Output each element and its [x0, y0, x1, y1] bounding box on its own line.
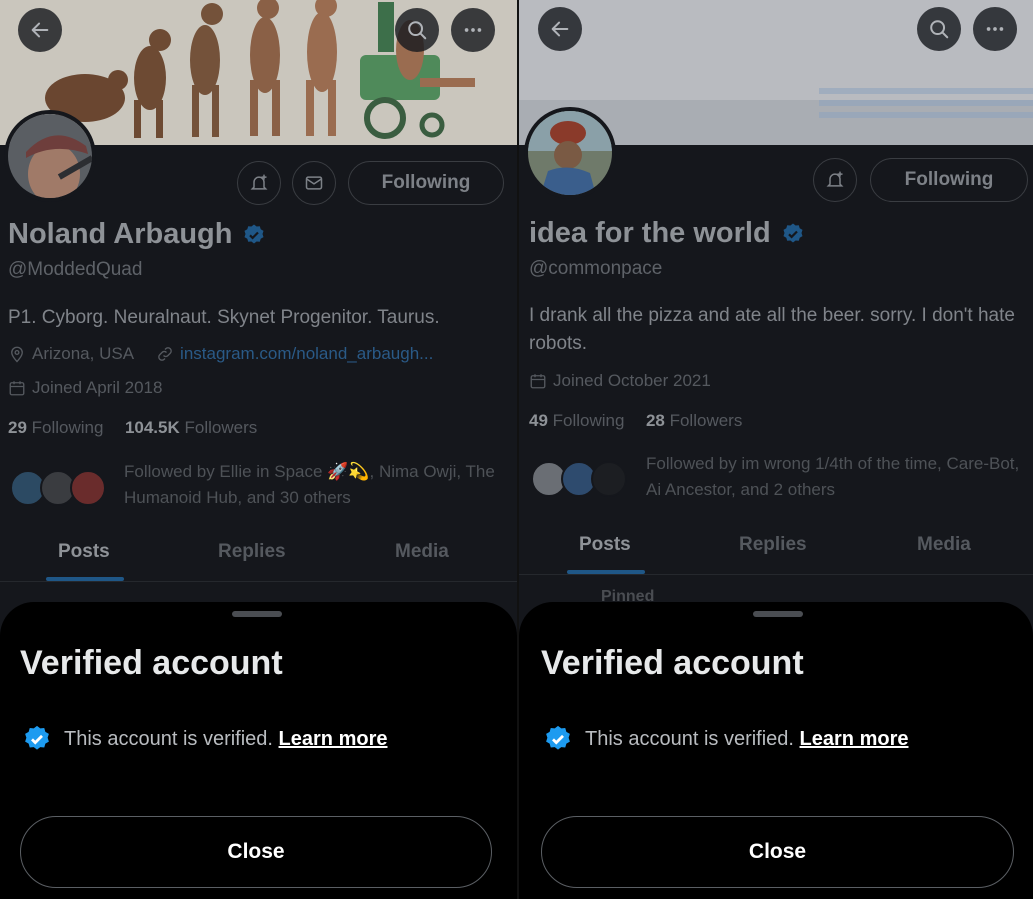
close-button[interactable]: Close — [541, 816, 1014, 888]
notifications-button[interactable] — [237, 161, 281, 205]
followers-label: Followers — [184, 418, 258, 437]
verified-message-row: This account is verified. Learn more — [22, 724, 387, 754]
tabs-divider — [0, 581, 517, 582]
handle: @commonpace — [529, 258, 663, 279]
following-label: Following — [31, 418, 104, 437]
verified-message-row: This account is verified. Learn more — [543, 724, 908, 754]
tab-posts[interactable]: Posts — [58, 541, 110, 563]
learn-more-link[interactable]: Learn more — [800, 728, 909, 750]
calendar-icon — [9, 381, 25, 396]
calendar-icon — [530, 374, 546, 389]
following-stat[interactable]: 29 Following — [8, 418, 103, 437]
follower-avatar — [70, 470, 106, 506]
follower-avatar — [591, 461, 627, 497]
tab-posts[interactable]: Posts — [579, 534, 631, 556]
following-button[interactable]: Following — [870, 158, 1028, 202]
bell-plus-icon — [250, 174, 268, 190]
search-icon — [930, 20, 949, 39]
display-name-row: Noland Arbaugh — [8, 218, 266, 251]
sheet-grabber[interactable] — [232, 611, 282, 617]
profile-link[interactable]: instagram.com/noland_arbaugh... — [180, 344, 433, 364]
back-button[interactable] — [538, 7, 582, 51]
search-button[interactable] — [917, 7, 961, 51]
display-name: idea for the world — [529, 217, 771, 249]
followers-stat[interactable]: 28 Followers — [646, 411, 742, 430]
profile-avatar[interactable] — [524, 107, 616, 199]
followed-by-text[interactable]: Followed by Ellie in Space 🚀💫, Nima Owji… — [124, 459, 504, 511]
profile-panel-left: Following Noland Arbaugh @ModdedQuad P1.… — [0, 0, 517, 899]
sheet-grabber[interactable] — [753, 611, 803, 617]
followed-by-text[interactable]: Followed by im wrong 1/4th of the time, … — [646, 451, 1026, 503]
joined-text: Joined April 2018 — [32, 378, 163, 397]
verified-message: This account is verified. — [64, 727, 273, 750]
verified-account-sheet: Verified account This account is verifie… — [519, 602, 1033, 899]
verified-badge-icon[interactable] — [781, 222, 805, 246]
profile-panel-right: Following idea for the world @commonpace… — [519, 0, 1033, 899]
notifications-button[interactable] — [813, 158, 857, 202]
mail-icon — [305, 176, 323, 190]
following-count: 29 — [8, 418, 27, 437]
verified-badge-icon — [546, 725, 570, 750]
following-count: 49 — [529, 411, 548, 430]
close-button[interactable]: Close — [20, 816, 492, 888]
verified-badge-icon[interactable] — [242, 223, 266, 247]
location-pin-icon — [11, 346, 23, 363]
arrow-left-icon — [31, 22, 49, 38]
bio: I drank all the pizza and ate all the be… — [529, 305, 1015, 354]
tab-replies[interactable]: Replies — [218, 541, 286, 563]
following-label: Following — [552, 411, 625, 430]
tab-replies[interactable]: Replies — [739, 534, 807, 556]
bell-plus-icon — [826, 171, 844, 187]
bio: P1. Cyborg. Neuralnaut. Skynet Progenito… — [8, 307, 440, 328]
following-stat[interactable]: 49 Following — [529, 411, 624, 430]
search-icon — [408, 21, 427, 40]
followers-stat[interactable]: 104.5K Followers — [125, 418, 257, 437]
verified-account-sheet: Verified account This account is verifie… — [0, 602, 517, 899]
sheet-title: Verified account — [20, 644, 283, 682]
more-icon — [464, 28, 482, 32]
verified-badge-icon — [25, 725, 49, 750]
arrow-left-icon — [551, 21, 569, 37]
location-row: Arizona, USA instagram.com/noland_arbaug… — [8, 344, 433, 364]
search-button[interactable] — [395, 8, 439, 52]
joined-row: Joined October 2021 — [529, 371, 711, 391]
more-button[interactable] — [451, 8, 495, 52]
tabs-divider — [519, 574, 1033, 575]
followers-count: 28 — [645, 411, 665, 430]
following-button[interactable]: Following — [348, 161, 504, 205]
learn-more-link[interactable]: Learn more — [279, 728, 388, 750]
joined-text: Joined October 2021 — [553, 371, 711, 390]
more-button[interactable] — [973, 7, 1017, 51]
tab-media[interactable]: Media — [395, 541, 449, 563]
display-name: Noland Arbaugh — [8, 218, 233, 250]
message-button[interactable] — [292, 161, 336, 205]
joined-row: Joined April 2018 — [8, 378, 162, 398]
verified-message: This account is verified. — [585, 727, 794, 750]
follow-stats: 49 Following 28 Followers — [529, 411, 742, 431]
followers-label: Followers — [669, 411, 743, 430]
link-icon — [158, 347, 172, 361]
sheet-title: Verified account — [541, 644, 804, 682]
tab-media[interactable]: Media — [917, 534, 971, 556]
handle: @ModdedQuad — [8, 259, 143, 280]
followers-count: 104.5K — [124, 418, 180, 437]
follow-stats: 29 Following 104.5K Followers — [8, 418, 257, 438]
display-name-row: idea for the world — [529, 217, 805, 250]
more-icon — [986, 27, 1004, 31]
profile-avatar[interactable] — [4, 110, 96, 202]
location-text: Arizona, USA — [32, 344, 135, 363]
back-button[interactable] — [18, 8, 62, 52]
